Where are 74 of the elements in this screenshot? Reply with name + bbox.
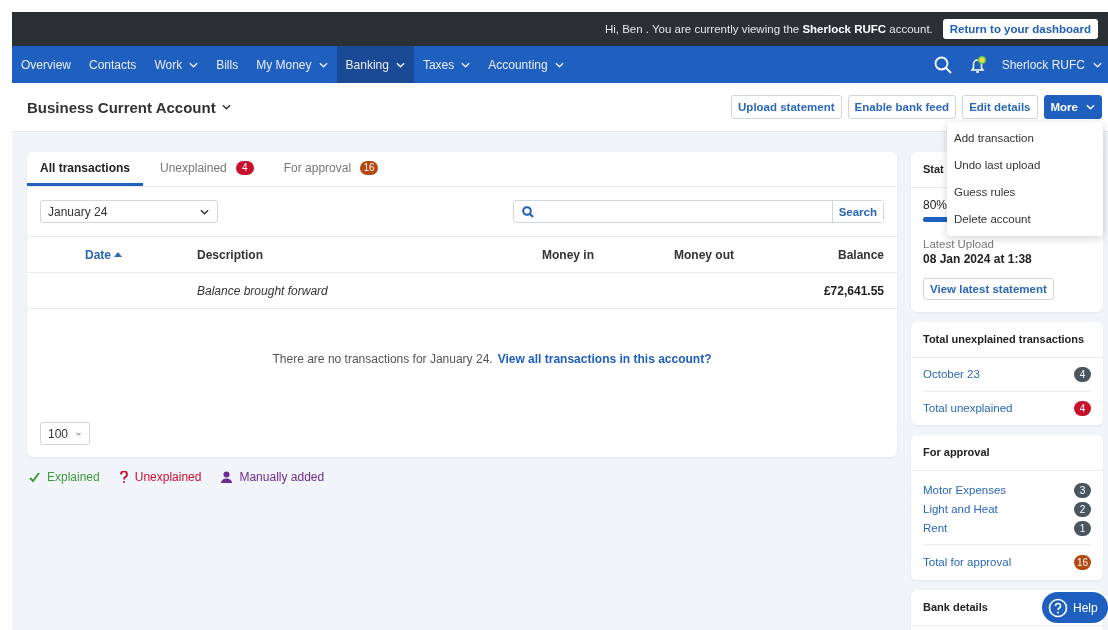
card-title: Total unexplained transactions bbox=[923, 333, 1085, 345]
tab[interactable]: Unexplained 4 bbox=[147, 152, 267, 186]
question-icon bbox=[119, 471, 128, 483]
banner-text: Hi, Ben . You are currently viewing the Sherlock RUFC account. bbox=[604, 23, 933, 35]
table-cell-text: Balance brought forward bbox=[197, 283, 329, 298]
legend-label: Manually added bbox=[239, 470, 325, 484]
card-title: For approval bbox=[923, 446, 990, 458]
link[interactable]: Light and Heat bbox=[923, 502, 998, 517]
sort-up-icon bbox=[114, 252, 122, 257]
link[interactable]: Total for approval bbox=[923, 555, 1012, 570]
card-title: Stat bbox=[923, 163, 944, 175]
nav-item[interactable]: Work bbox=[145, 46, 208, 83]
percent-text: 80% bbox=[923, 198, 949, 212]
period-select[interactable]: January 24 bbox=[40, 200, 218, 223]
nav-item[interactable]: Overview bbox=[12, 46, 80, 83]
person-icon bbox=[221, 471, 233, 483]
help-icon bbox=[1048, 597, 1068, 618]
menu-item[interactable]: Undo last upload bbox=[947, 152, 1103, 179]
nav-item[interactable]: My Money bbox=[247, 46, 337, 83]
column-header: Balance bbox=[836, 247, 884, 262]
column-header: Money out bbox=[673, 247, 734, 262]
card-title: Bank details bbox=[923, 601, 988, 613]
count-badge: 4 bbox=[1074, 401, 1091, 416]
nav-item[interactable]: Taxes bbox=[413, 46, 480, 83]
table-cell-text: £72,641.55 bbox=[822, 283, 884, 298]
column-header: Money in bbox=[541, 247, 594, 262]
tab[interactable]: All transactions bbox=[27, 152, 144, 186]
menu-item[interactable]: Add transaction bbox=[947, 125, 1103, 152]
link[interactable]: October 23 bbox=[923, 367, 980, 382]
link[interactable]: Motor Expenses bbox=[923, 483, 1007, 498]
count-badge: 1 bbox=[1074, 521, 1091, 536]
count-badge: 2 bbox=[1074, 502, 1091, 517]
menu-item[interactable]: Guess rules bbox=[947, 179, 1103, 206]
tab[interactable]: For approval 16 bbox=[270, 152, 392, 186]
search-icon[interactable] bbox=[933, 55, 952, 74]
toolbar-button[interactable]: Edit details bbox=[962, 95, 1038, 119]
chevron-down-icon bbox=[76, 430, 81, 437]
count-badge: 16 bbox=[360, 160, 379, 175]
chevron-down-icon bbox=[200, 208, 209, 215]
account-menu[interactable]: Sherlock RUFC bbox=[995, 46, 1108, 83]
count-badge: 3 bbox=[1074, 483, 1091, 498]
legend-label: Unexplained bbox=[134, 470, 202, 484]
link[interactable]: Rent bbox=[923, 521, 948, 536]
toolbar-button[interactable]: Enable bank feed bbox=[847, 95, 957, 119]
upload-date: 08 Jan 2024 at 1:38 bbox=[923, 252, 1033, 266]
chevron-down-icon bbox=[221, 104, 231, 110]
view-statement-button[interactable]: View latest statement bbox=[923, 278, 1054, 300]
page-size-select[interactable]: 100 bbox=[40, 422, 90, 445]
dashboard-button[interactable]: Return to your dashboard bbox=[942, 19, 1098, 39]
check-icon bbox=[29, 471, 40, 483]
count-badge: 4 bbox=[1074, 367, 1091, 382]
view-all-link[interactable]: View all transactions in this account? bbox=[497, 352, 712, 366]
page-title: Business Current Account bbox=[27, 98, 216, 116]
nav-item[interactable]: Contacts bbox=[80, 46, 146, 83]
search-icon bbox=[522, 205, 534, 218]
nav-item[interactable]: Bills bbox=[207, 46, 248, 83]
empty-message: There are no transactions for January 24. bbox=[272, 352, 493, 366]
count-badge: 4 bbox=[235, 160, 254, 175]
menu-item[interactable]: Delete account bbox=[947, 206, 1103, 233]
chevron-down-icon bbox=[1086, 104, 1095, 110]
count-badge: 16 bbox=[1074, 555, 1091, 570]
column-header: Description bbox=[197, 247, 264, 262]
nav-item[interactable]: Accounting bbox=[479, 46, 573, 83]
nav-item[interactable]: Banking bbox=[336, 46, 414, 83]
help-button[interactable]: Help bbox=[1042, 592, 1108, 623]
chevron-down-icon bbox=[1093, 61, 1102, 68]
column-header[interactable]: Date bbox=[40, 247, 167, 262]
link[interactable]: Total unexplained bbox=[923, 401, 1013, 416]
toolbar-button[interactable]: Upload statement bbox=[731, 95, 842, 119]
search-button[interactable]: Search bbox=[831, 201, 883, 222]
search-field[interactable]: Search bbox=[513, 200, 884, 223]
toolbar-button[interactable]: More bbox=[1043, 95, 1102, 119]
legend-label: Explained bbox=[47, 470, 100, 484]
upload-label: Latest Upload bbox=[923, 238, 995, 250]
